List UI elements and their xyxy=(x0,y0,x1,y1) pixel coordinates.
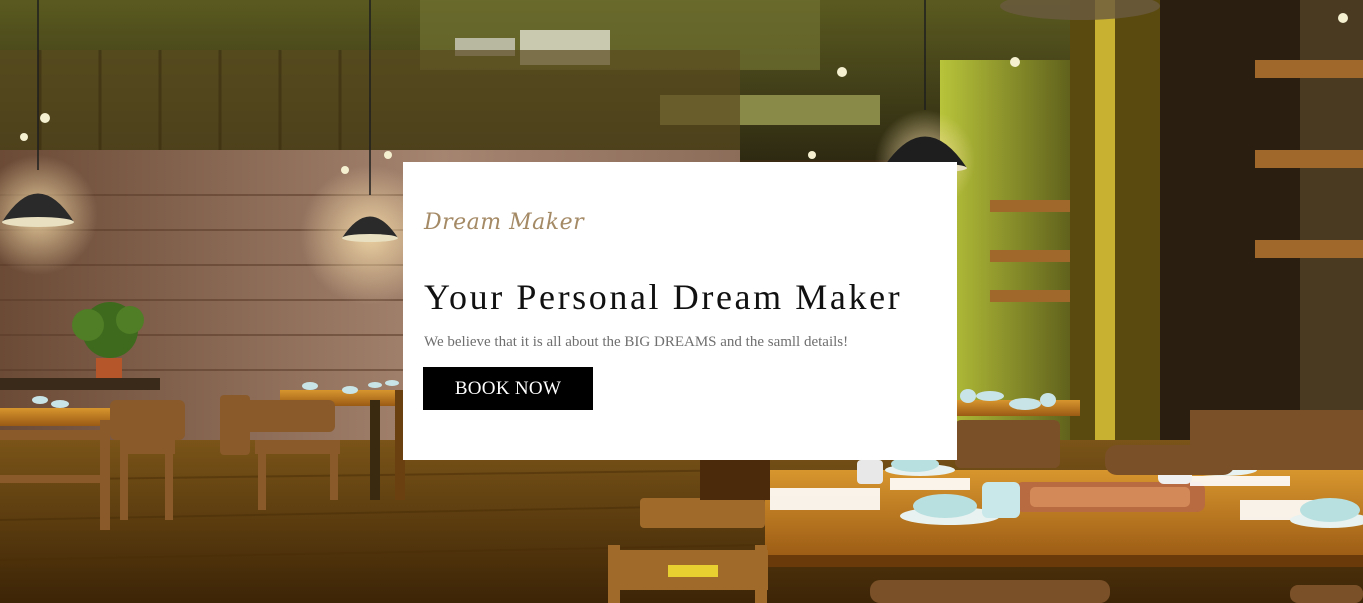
book-now-button[interactable]: BOOK NOW xyxy=(423,367,593,410)
hero-section: Dream Maker Your Personal Dream Maker We… xyxy=(0,0,1363,603)
intro-card: Dream Maker Your Personal Dream Maker We… xyxy=(403,162,957,460)
tagline-text: We believe that it is all about the BIG … xyxy=(424,334,849,350)
script-title: Dream Maker xyxy=(424,210,585,235)
page-headline: Your Personal Dream Maker xyxy=(424,277,903,317)
